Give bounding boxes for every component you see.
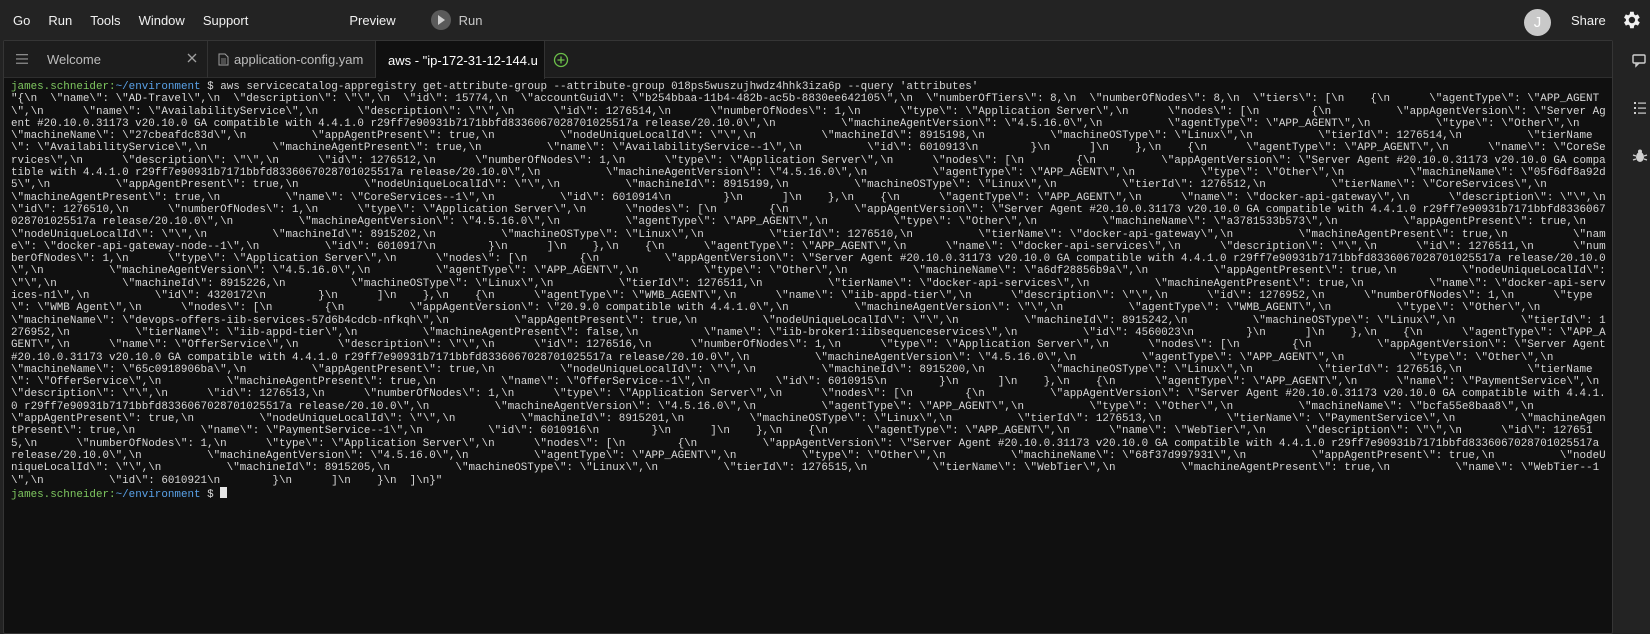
tab-label: application-config.yam (234, 52, 364, 67)
gear-icon[interactable] (1620, 9, 1642, 31)
tab-label: aws - "ip-172-31-12-144.u (388, 52, 538, 68)
prompt-path-2: ~/environment (115, 488, 201, 501)
tab-bar: Welcome application-config.yam aws - "ip… (4, 41, 1612, 79)
share-button[interactable]: Share (1571, 13, 1606, 28)
prompt-user: james.schneider (11, 81, 110, 93)
play-icon (430, 10, 451, 30)
outline-icon[interactable] (1631, 99, 1649, 117)
prompt-symbol-2: $ (207, 488, 214, 501)
menu-tools[interactable]: Tools (81, 13, 129, 28)
menu-support[interactable]: Support (194, 13, 258, 28)
menu-bar: Go Run Tools Window Support Preview Run (0, 0, 1650, 40)
prompt-symbol: $ (207, 81, 214, 93)
terminal-cursor (220, 486, 228, 498)
command-output: "{\n \"name\": \"AD-Travel\",\n \"descri… (11, 93, 1606, 487)
tab-application-config[interactable]: application-config.yam (208, 41, 376, 78)
chat-icon[interactable] (1631, 52, 1649, 70)
terminal-output[interactable]: james.schneider:~/environment $ aws serv… (11, 81, 1609, 629)
menu-window[interactable]: Window (130, 13, 194, 28)
prompt-user-2: james.schneider (11, 488, 110, 501)
run-button[interactable]: Run (430, 10, 483, 30)
menu-icon[interactable] (16, 54, 28, 64)
prompt-path: ~/environment (115, 81, 201, 93)
close-icon[interactable] (186, 52, 198, 64)
bug-icon[interactable] (1631, 147, 1649, 165)
menu-go[interactable]: Go (0, 13, 39, 28)
command-text: aws servicecatalog-appregistry get-attri… (220, 81, 979, 93)
avatar[interactable]: J (1524, 9, 1551, 36)
add-tab-icon[interactable] (553, 52, 569, 68)
menu-run[interactable]: Run (39, 13, 81, 28)
tab-label: Welcome (47, 52, 101, 67)
file-icon (218, 53, 229, 66)
tab-welcome[interactable]: Welcome (34, 41, 208, 78)
editor-panel: Welcome application-config.yam aws - "ip… (3, 40, 1613, 634)
run-label: Run (458, 12, 483, 28)
preview-button[interactable]: Preview (349, 13, 395, 28)
tab-aws-terminal[interactable]: aws - "ip-172-31-12-144.u (376, 41, 545, 79)
